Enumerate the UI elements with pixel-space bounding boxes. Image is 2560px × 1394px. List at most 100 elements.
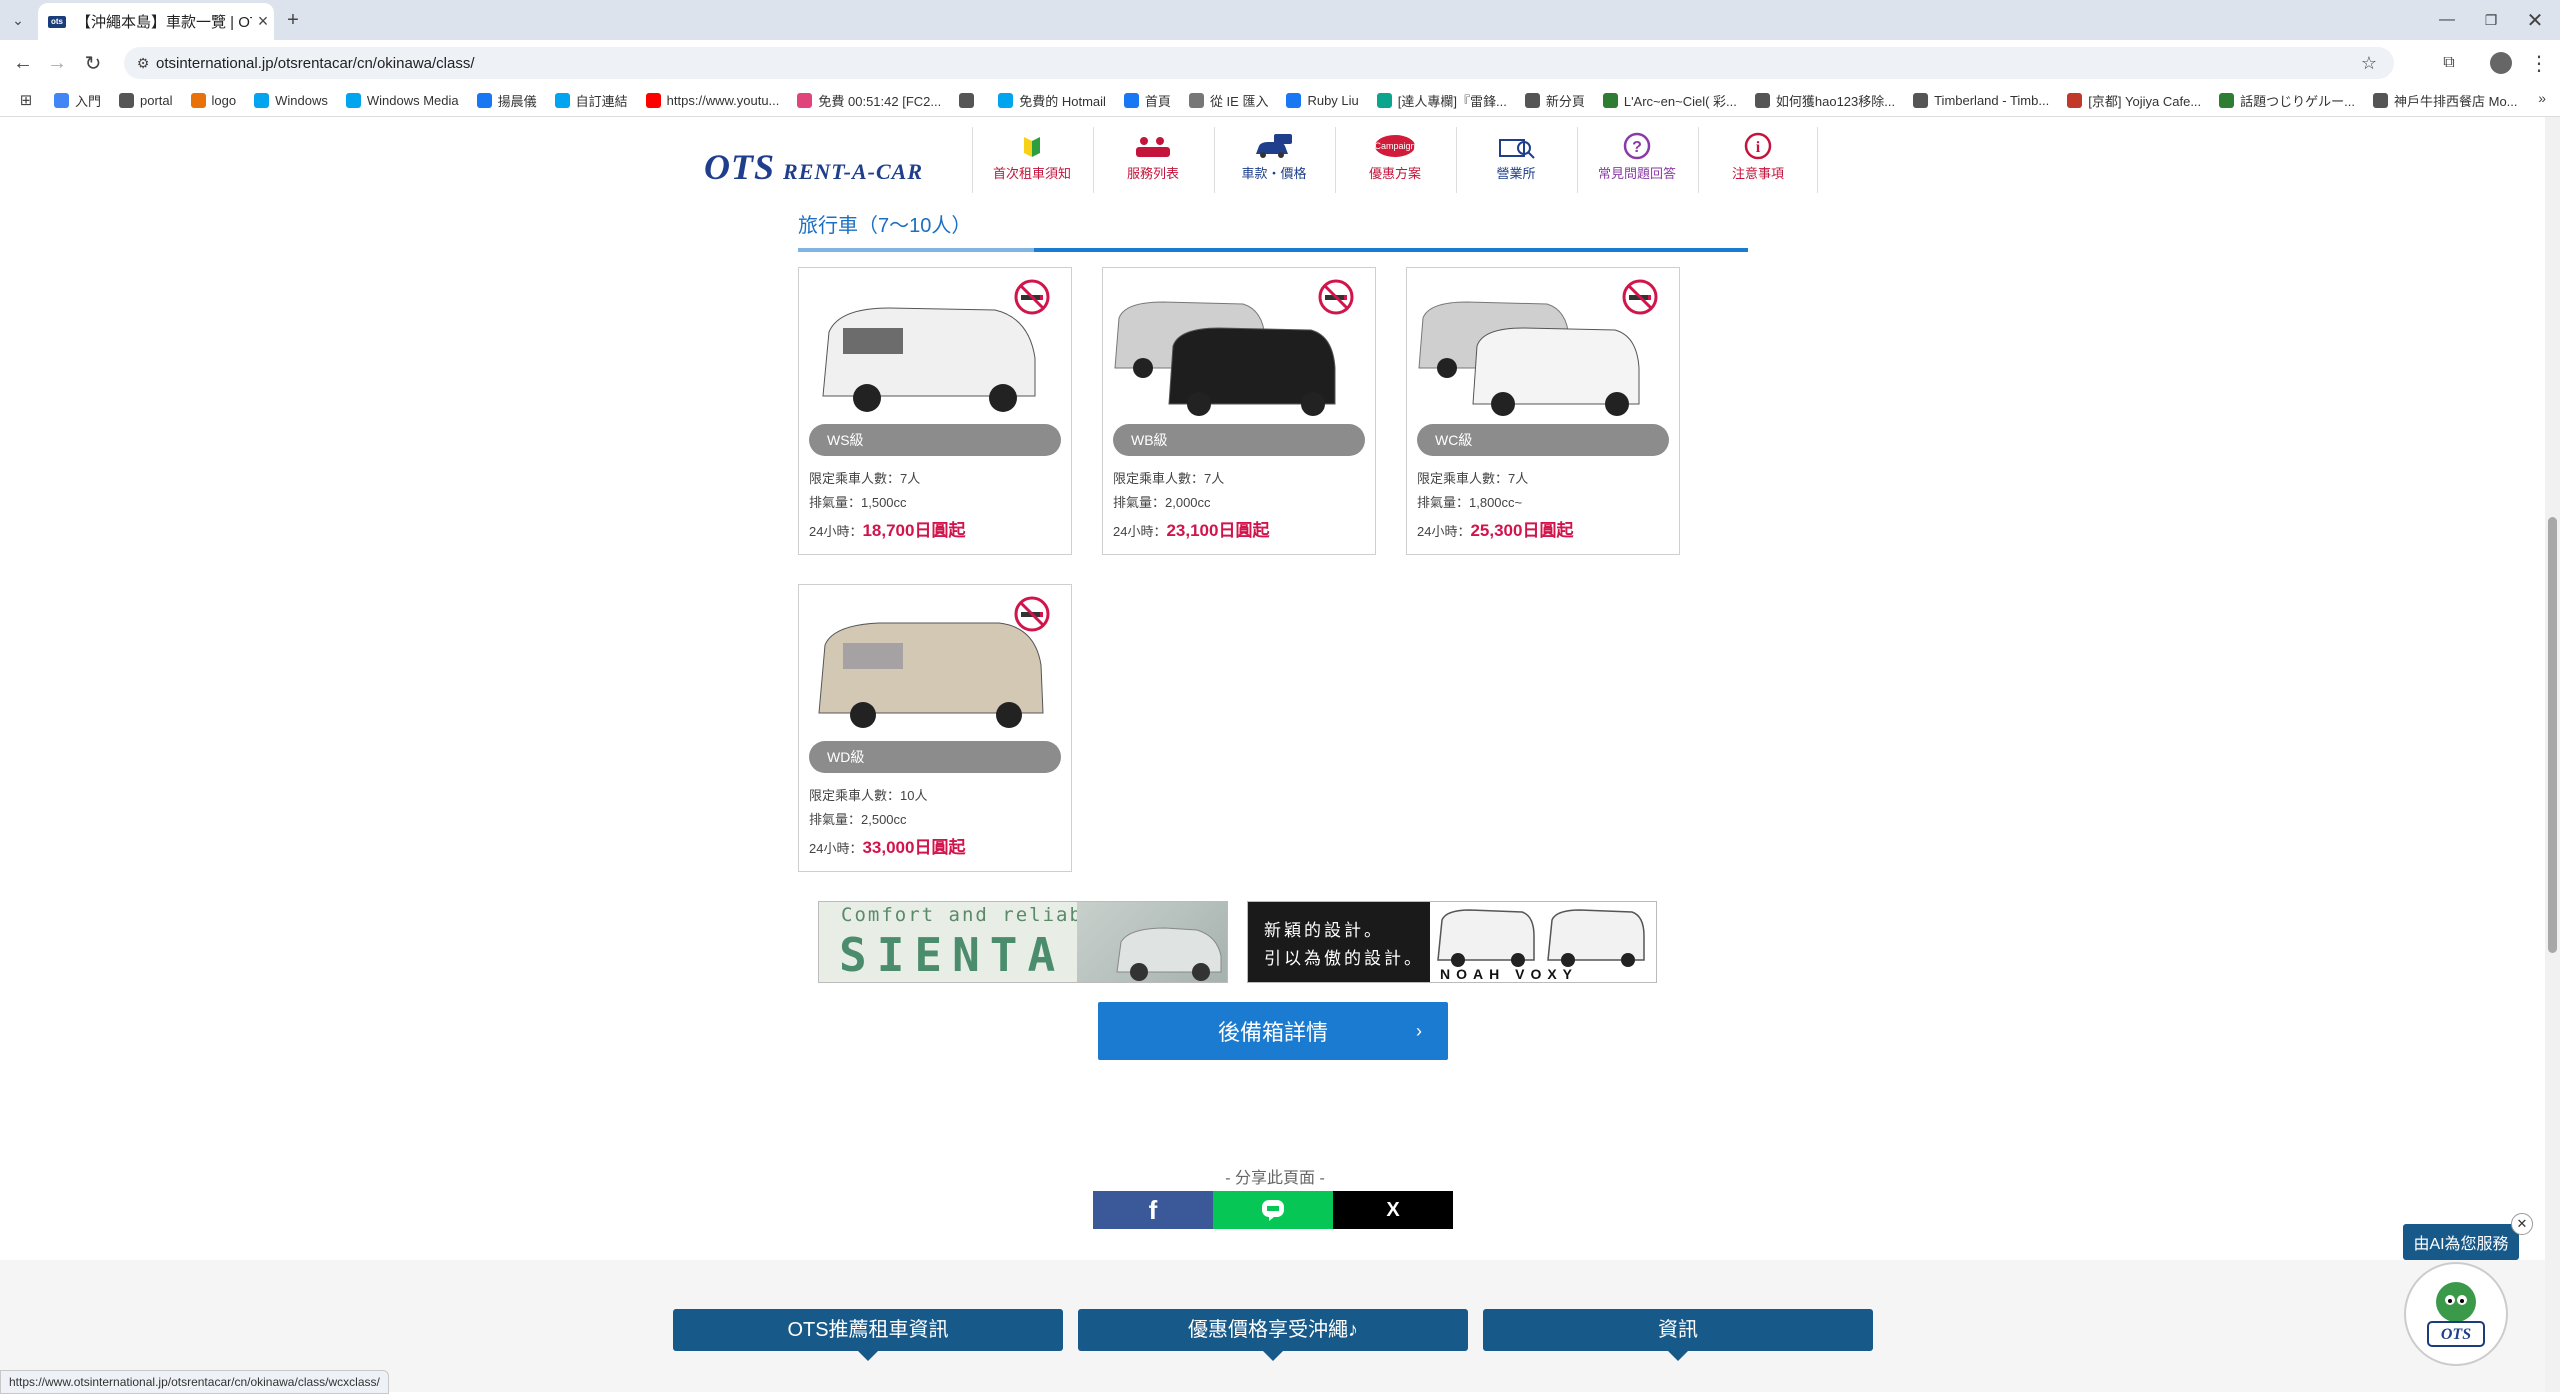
bookmark-item[interactable]: 話題つじりゲルー... (2219, 91, 2355, 110)
car-card-1[interactable]: WS級 限定乘車人數：7人 排氣量：1,500cc 24小時：18,700日圓起 (798, 267, 1072, 555)
bookmark-label: portal (140, 92, 173, 108)
svg-text:?: ? (1632, 139, 1642, 156)
nav-item-label: 服務列表 (1126, 166, 1179, 181)
car-card-4[interactable]: WD級 限定乘車人數：10人 排氣量：2,500cc 24小時：33,000日圓起 (798, 584, 1072, 872)
apps-grid-icon[interactable]: ⊞ (14, 91, 38, 109)
scrollbar-thumb[interactable] (2548, 517, 2557, 953)
reload-icon[interactable]: ↻ (80, 50, 106, 76)
tab-search-icon[interactable]: ⌄ (6, 9, 30, 31)
ai-service-badge[interactable]: 由AI為您服務 (2403, 1224, 2519, 1260)
bookmark-item[interactable]: 新分頁 (1524, 91, 1585, 110)
line-icon (1262, 1200, 1284, 1221)
no-smoking-icon (1013, 278, 1051, 316)
bookmark-item[interactable]: Windows (254, 92, 328, 108)
forward-icon[interactable]: → (44, 50, 70, 76)
car-class-badge: WB級 (1113, 424, 1365, 456)
bookmark-label: 神戶牛排西餐店 Mo... (2394, 93, 2518, 109)
bookmark-item[interactable]: 免費 00:51:42 [FC2... (797, 91, 941, 110)
car-image (1103, 268, 1375, 420)
site-info-icon[interactable]: ⚙ (134, 53, 152, 73)
back-icon[interactable]: ← (10, 50, 36, 76)
bookmark-favicon-icon (959, 92, 975, 108)
share-x-button[interactable]: X (1333, 1191, 1453, 1229)
bookmark-item[interactable]: Windows Media (345, 92, 459, 108)
bookmark-item[interactable]: 首頁 (1123, 91, 1171, 110)
bookmark-item[interactable]: logo (190, 92, 236, 108)
footer-tab-3[interactable]: 資訊 (1483, 1309, 1873, 1361)
bookmark-item[interactable]: L'Arc~en~Ciel( 彩... (1602, 91, 1737, 110)
noah-line-1: 新穎的設計。 (1264, 921, 1384, 940)
trunk-details-button[interactable]: 後備箱詳情 › (1098, 1002, 1448, 1060)
minimize-icon[interactable]: — (2434, 8, 2460, 32)
car-displacement: 排氣量：1,800cc~ (1417, 495, 1523, 510)
bookmark-label: 首頁 (1144, 93, 1171, 109)
price-value: 33,000日圓起 (862, 838, 966, 857)
bookmark-item[interactable]: 從 IE 匯入 (1188, 91, 1269, 110)
bookmark-item[interactable]: portal (119, 92, 173, 108)
car-image (799, 268, 1071, 420)
bookmark-item[interactable]: 自訂連結 (554, 91, 628, 110)
bookmark-item[interactable]: Ruby Liu (1286, 92, 1359, 108)
new-tab-icon[interactable]: + (280, 8, 306, 32)
nav-item-label: 注意事項 (1731, 166, 1784, 181)
bookmark-item[interactable]: 神戶牛排西餐店 Mo... (2373, 91, 2518, 110)
nav-item-4[interactable]: Campaign 優惠方案 (1335, 127, 1454, 193)
menu-icon[interactable]: ⋮ (2526, 50, 2552, 76)
footer-tab-1[interactable]: OTS推薦租車資訊 (673, 1309, 1063, 1361)
bookmark-item[interactable]: [京都] Yojiya Cafe... (2067, 91, 2201, 110)
browser-tab[interactable]: ots 【沖繩本島】車款一覽 | OTS租 × (38, 3, 274, 40)
bookmark-favicon-icon (1754, 92, 1770, 108)
close-window-icon[interactable]: ✕ (2522, 8, 2548, 32)
sienta-name: SIENTA (839, 928, 1066, 982)
car-displacement: 排氣量：1,500cc (809, 495, 907, 510)
bookmark-item[interactable] (959, 92, 980, 108)
nav-item-2[interactable]: 服務列表 (1093, 127, 1212, 193)
logo-subtext: RENT-A-CAR (783, 159, 924, 184)
bookmark-label: 從 IE 匯入 (1209, 93, 1269, 109)
car-card-3[interactable]: WC級 限定乘車人數：7人 排氣量：1,800cc~ 24小時：25,300日圓起 (1406, 267, 1680, 555)
nav-item-1[interactable]: 首次租車須知 (972, 127, 1091, 193)
mascot-icon (2427, 1282, 2485, 1347)
footer-tab-2[interactable]: 優惠價格享受沖繩♪ (1078, 1309, 1468, 1361)
car-class-badge: WS級 (809, 424, 1061, 456)
bookmark-item[interactable]: 揚晨儀 (476, 91, 537, 110)
address-bar[interactable]: ⚙ otsinternational.jp/otsrentacar/cn/oki… (124, 47, 2394, 79)
extensions-icon[interactable]: ⧉ (2436, 50, 2462, 76)
close-tab-icon[interactable]: × (252, 11, 274, 32)
price-value: 18,700日圓起 (862, 521, 966, 540)
bookmark-item[interactable]: [達人專欄]『雷鋒... (1376, 91, 1507, 110)
price-prefix: 24小時： (1113, 524, 1167, 539)
ots-mascot-chat-button[interactable]: OTS (2404, 1262, 2508, 1366)
nav-item-3[interactable]: 車款・價格 (1214, 127, 1333, 193)
share-facebook-button[interactable]: f (1093, 1191, 1213, 1229)
price-prefix: 24小時： (1417, 524, 1471, 539)
url-text: otsinternational.jp/otsrentacar/cn/okina… (156, 54, 475, 72)
tab-title: 【沖繩本島】車款一覽 | OTS租 (76, 14, 252, 31)
ots-logo[interactable]: OTS RENT-A-CAR (704, 146, 923, 188)
bookmark-label: Timberland - Timb... (1934, 92, 2050, 108)
price-prefix: 24小時： (809, 524, 863, 539)
share-line-button[interactable] (1213, 1191, 1333, 1229)
sienta-car-image (1077, 902, 1227, 982)
nav-item-7[interactable]: i 注意事項 (1698, 127, 1818, 193)
bookmark-item[interactable]: Timberland - Timb... (1913, 92, 2050, 108)
bookmark-favicon-icon (554, 92, 570, 108)
close-ai-badge-icon[interactable]: ✕ (2511, 1213, 2533, 1235)
bookmark-item[interactable]: 如何獲hao123移除... (1754, 91, 1895, 110)
bookmark-favicon-icon (54, 92, 69, 108)
noah-voxy-banner[interactable]: 新穎的設計。 引以為傲的設計。 NOAH VOXY (1247, 901, 1657, 983)
profile-avatar[interactable] (2490, 52, 2512, 74)
more-bookmarks-icon[interactable]: » (2538, 90, 2546, 106)
bookmark-item[interactable]: 入門 (54, 91, 101, 110)
nav-item-5[interactable]: 營業所 (1456, 127, 1575, 193)
bookmark-label: https://www.youtu... (666, 92, 780, 108)
bookmark-star-icon[interactable]: ☆ (2358, 52, 2380, 74)
campaign-icon: Campaign (1336, 129, 1454, 163)
svg-text:i: i (1756, 139, 1761, 156)
sienta-banner[interactable]: Comfort and reliability SIENTA (818, 901, 1228, 983)
bookmark-item[interactable]: 免費的 Hotmail (998, 91, 1106, 110)
nav-item-6[interactable]: ? 常見問題回答 (1577, 127, 1696, 193)
bookmark-item[interactable]: https://www.youtu... (645, 92, 780, 108)
car-card-2[interactable]: WB級 限定乘車人數：7人 排氣量：2,000cc 24小時：23,100日圓起 (1102, 267, 1376, 555)
restore-icon[interactable]: ❐ (2478, 8, 2504, 32)
